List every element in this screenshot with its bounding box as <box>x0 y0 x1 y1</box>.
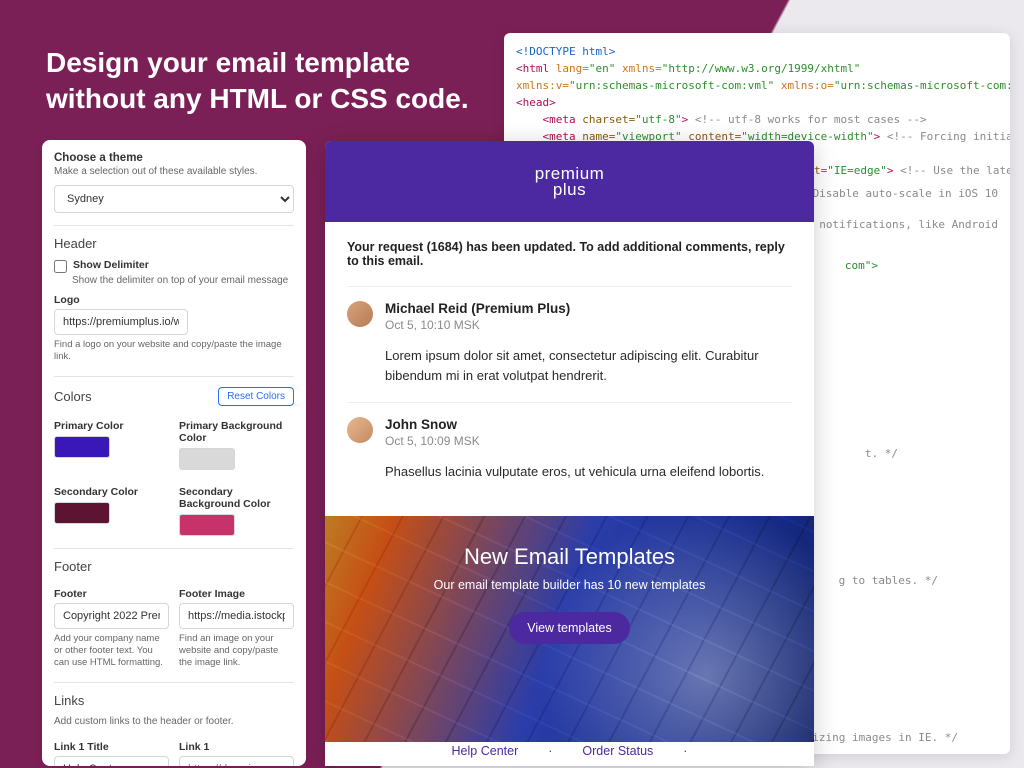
code-tag: <head> <box>516 96 556 109</box>
brand-logo-line2: plus <box>535 182 605 197</box>
link1-title-label: Link 1 Title <box>54 741 169 753</box>
code-comment: <!-- utf-8 works for most cases --> <box>688 113 926 126</box>
code-val: "urn:schemas-microsoft-com:vml" <box>569 79 774 92</box>
email-footer-links: Help Center · Order Status · <box>325 736 814 764</box>
message-author: John Snow <box>385 417 480 432</box>
divider <box>54 376 294 377</box>
view-templates-button[interactable]: View templates <box>509 612 630 644</box>
primary-color-swatch[interactable] <box>54 436 110 458</box>
footer-link-separator: · <box>548 744 552 758</box>
code-attr: xmlns:v= <box>516 79 569 92</box>
code-comment: mail notifications, like Android <box>786 218 998 231</box>
code-val: com"> <box>845 259 878 272</box>
footer-text-label: Footer <box>54 588 169 600</box>
avatar <box>347 301 373 327</box>
code-comment: sizing images in IE. */ <box>806 731 958 744</box>
code-attr: charset= <box>576 113 636 126</box>
link1-url-input[interactable] <box>179 756 294 766</box>
code-val: "IE=edge" <box>827 164 887 177</box>
reset-colors-button[interactable]: Reset Colors <box>218 387 294 406</box>
link1-label: Link 1 <box>179 741 294 753</box>
theme-subtitle: Make a selection out of these available … <box>54 166 294 177</box>
email-hero: New Email Templates Our email template b… <box>325 516 814 742</box>
logo-input[interactable] <box>54 309 188 335</box>
divider <box>54 682 294 683</box>
avatar <box>347 417 373 443</box>
divider <box>54 225 294 226</box>
footer-text-input[interactable] <box>54 603 169 629</box>
secondary-color-swatch[interactable] <box>54 502 110 524</box>
code-attr: lang= <box>549 62 589 75</box>
theme-title: Choose a theme <box>54 152 294 164</box>
code-val: "http://www.w3.org/1999/xhtml" <box>662 62 861 75</box>
logo-label: Logo <box>54 294 294 306</box>
email-message: John Snow Oct 5, 10:09 MSK Phasellus lac… <box>347 402 792 498</box>
code-doctype: <!DOCTYPE html> <box>516 45 615 58</box>
code-attr: xmlns:o= <box>774 79 834 92</box>
code-comment: g to tables. */ <box>839 574 938 587</box>
message-time: Oct 5, 10:09 MSK <box>385 434 480 448</box>
email-message: Michael Reid (Premium Plus) Oct 5, 10:10… <box>347 286 792 402</box>
email-brand-bar: premium plus <box>325 141 814 222</box>
page-headline: Design your email template without any H… <box>46 45 469 118</box>
show-delimiter-checkbox[interactable] <box>54 260 67 273</box>
footer-image-input[interactable] <box>179 603 294 629</box>
code-val: "en" <box>589 62 616 75</box>
code-tag: <meta <box>516 113 576 126</box>
links-section-title: Links <box>54 693 294 708</box>
code-tag: > <box>887 164 894 177</box>
email-preview: premium plus Your request (1684) has bee… <box>325 141 814 766</box>
primary-color-label: Primary Color <box>54 420 169 432</box>
theme-select[interactable]: Sydney <box>54 185 294 213</box>
logo-help: Find a logo on your website and copy/pas… <box>54 339 294 364</box>
code-tag: <html <box>516 62 549 75</box>
show-delimiter-help: Show the delimiter on top of your email … <box>72 275 294 286</box>
message-time: Oct 5, 10:10 MSK <box>385 318 570 332</box>
footer-section-title: Footer <box>54 559 294 574</box>
code-val: "urn:schemas-microsoft-com:office:office… <box>834 79 1010 92</box>
message-author: Michael Reid (Premium Plus) <box>385 301 570 316</box>
divider <box>54 548 294 549</box>
message-body: Lorem ipsum dolor sit amet, consectetur … <box>385 346 792 386</box>
footer-image-label: Footer Image <box>179 588 294 600</box>
primary-bg-swatch[interactable] <box>179 448 235 470</box>
code-val: "utf-8" <box>635 113 681 126</box>
links-subtitle: Add custom links to the header or footer… <box>54 716 294 727</box>
code-comment: t. */ <box>865 447 898 460</box>
footer-text-help: Add your company name or other footer te… <box>54 633 169 670</box>
code-attr: xmlns= <box>615 62 661 75</box>
code-comment: <!-- Use the latest (edge) <box>894 164 1010 177</box>
hero-title: New Email Templates <box>464 544 675 570</box>
code-comment: <!-- Forcing initial-scale <box>880 130 1010 143</box>
footer-link-separator: · <box>683 744 687 758</box>
brand-logo: premium plus <box>535 166 605 197</box>
hero-subtitle: Our email template builder has 10 new te… <box>434 578 706 592</box>
email-notice: Your request (1684) has been updated. To… <box>347 240 792 268</box>
link1-title-input[interactable] <box>54 756 169 766</box>
headline-line1: Design your email template <box>46 47 410 78</box>
show-delimiter-label: Show Delimiter <box>73 259 149 271</box>
colors-section-title: Colors <box>54 389 92 404</box>
headline-line2: without any HTML or CSS code. <box>46 83 469 114</box>
footer-link-order-status[interactable]: Order Status <box>582 744 653 758</box>
secondary-bg-swatch[interactable] <box>179 514 235 536</box>
secondary-bg-label: Secondary Background Color <box>179 486 294 510</box>
footer-link-help-center[interactable]: Help Center <box>452 744 519 758</box>
primary-bg-label: Primary Background Color <box>179 420 294 444</box>
secondary-color-label: Secondary Color <box>54 486 169 498</box>
settings-panel: Choose a theme Make a selection out of t… <box>42 140 306 766</box>
message-body: Phasellus lacinia vulputate eros, ut veh… <box>385 462 792 482</box>
header-section-title: Header <box>54 236 294 251</box>
footer-image-help: Find an image on your website and copy/p… <box>179 633 294 670</box>
